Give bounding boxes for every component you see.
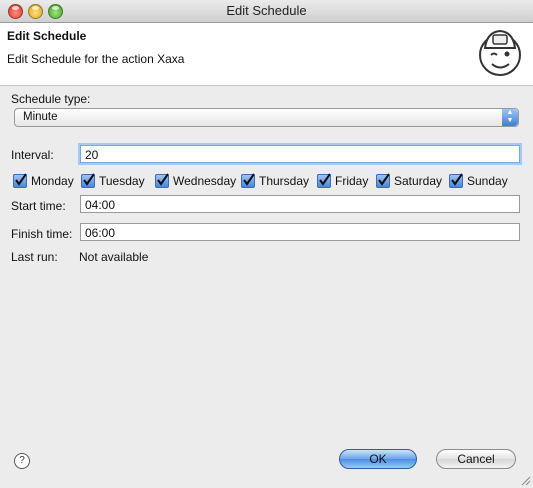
finish-time-label: Finish time:	[11, 227, 73, 241]
day-label: Tuesday	[99, 174, 145, 188]
day-checkbox-wednesday[interactable]: Wednesday	[155, 173, 236, 189]
schedule-type-label: Schedule type:	[11, 92, 91, 106]
last-run-value: Not available	[79, 250, 149, 264]
day-checkbox-saturday[interactable]: Saturday	[376, 173, 442, 189]
title-bar: Edit Schedule	[0, 0, 533, 23]
help-icon[interactable]: ?	[14, 453, 30, 469]
day-label: Wednesday	[173, 174, 237, 188]
checkbox-checked-icon[interactable]	[317, 173, 331, 188]
day-checkbox-thursday[interactable]: Thursday	[241, 173, 309, 189]
interval-input[interactable]: 20	[80, 145, 520, 163]
checkbox-checked-icon[interactable]	[241, 173, 255, 188]
checkbox-checked-icon[interactable]	[13, 173, 27, 188]
day-checkbox-monday[interactable]: Monday	[13, 173, 74, 189]
ok-button[interactable]: OK	[339, 449, 417, 469]
checkbox-checked-icon[interactable]	[81, 173, 95, 188]
mascot-logo-icon	[479, 29, 521, 76]
resize-grip-icon[interactable]	[519, 474, 531, 486]
checkbox-checked-icon[interactable]	[376, 173, 390, 188]
checkbox-checked-icon[interactable]	[155, 173, 169, 188]
day-label: Thursday	[259, 174, 310, 188]
finish-time-input[interactable]: 06:00	[80, 223, 520, 241]
start-time-input[interactable]: 04:00	[80, 195, 520, 213]
day-label: Saturday	[394, 174, 443, 188]
day-checkbox-sunday[interactable]: Sunday	[449, 173, 508, 189]
last-run-label: Last run:	[11, 250, 58, 264]
start-time-value: 04:00	[85, 198, 116, 212]
day-label: Sunday	[467, 174, 508, 188]
day-checkbox-tuesday[interactable]: Tuesday	[81, 173, 145, 189]
day-label: Monday	[31, 174, 74, 188]
schedule-type-value: Minute	[23, 111, 58, 123]
day-label: Friday	[335, 174, 369, 188]
schedule-type-select[interactable]: Minute ▲ ▼	[14, 108, 519, 127]
window-title: Edit Schedule	[226, 3, 307, 18]
interval-label: Interval:	[11, 148, 54, 162]
header-title: Edit Schedule	[7, 29, 87, 43]
dialog-header: Edit Schedule Edit Schedule for the acti…	[0, 23, 533, 86]
cancel-button[interactable]: Cancel	[436, 449, 516, 469]
interval-value: 20	[85, 148, 99, 162]
finish-time-value: 06:00	[85, 226, 116, 240]
checkbox-checked-icon[interactable]	[449, 173, 463, 188]
select-arrows-icon: ▲ ▼	[502, 109, 518, 126]
header-description: Edit Schedule for the action Xaxa	[7, 52, 185, 66]
day-checkbox-friday[interactable]: Friday	[317, 173, 368, 189]
start-time-label: Start time:	[11, 199, 66, 213]
